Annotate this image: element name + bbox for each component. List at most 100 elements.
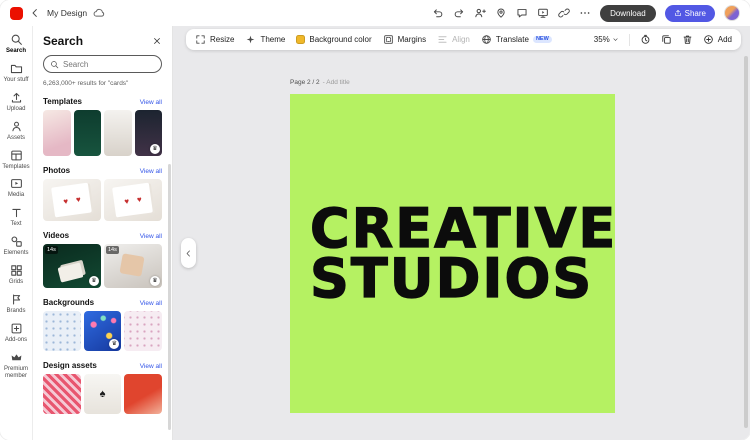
comment-icon[interactable] xyxy=(516,7,528,19)
section-title: Templates xyxy=(43,97,82,106)
photo-thumbnail[interactable] xyxy=(43,179,101,221)
search-panel-header: Search xyxy=(43,34,162,48)
background-thumbnail[interactable] xyxy=(84,311,122,351)
margins-button[interactable]: Margins xyxy=(383,34,426,45)
sidebar-item-label: Brands xyxy=(6,308,25,315)
video-thumbnail[interactable]: 14s xyxy=(104,244,162,288)
view-all-link[interactable]: View all xyxy=(140,233,162,240)
design-page[interactable]: CREATIVE STUDIOS xyxy=(290,94,615,413)
theme-button[interactable]: Theme xyxy=(245,34,285,45)
heading-line-2: STUDIOS xyxy=(310,254,615,304)
person-icon xyxy=(10,120,23,133)
share-label: Share xyxy=(685,9,706,18)
sidebar-item-label: Assets xyxy=(7,135,25,142)
template-thumbnail[interactable] xyxy=(74,110,102,156)
design-asset-thumbnail[interactable] xyxy=(43,374,81,414)
sidebar-item-label: Grids xyxy=(9,279,23,286)
collapse-panel-button[interactable] xyxy=(181,238,196,268)
search-input[interactable] xyxy=(63,60,155,69)
design-heading[interactable]: CREATIVE STUDIOS xyxy=(310,204,615,303)
align-button[interactable]: Align xyxy=(437,34,470,45)
undo-icon[interactable] xyxy=(432,7,444,19)
sidebar-item-your-stuff[interactable]: Your stuff xyxy=(0,58,32,87)
user-avatar[interactable] xyxy=(724,5,740,21)
translate-label: Translate xyxy=(496,35,529,44)
sidebar-item-upload[interactable]: Upload xyxy=(0,87,32,116)
document-title[interactable]: My Design xyxy=(47,8,87,18)
search-box xyxy=(43,55,162,73)
zoom-control[interactable]: 35% xyxy=(594,35,619,44)
sidebar-item-assets[interactable]: Assets xyxy=(0,116,32,145)
view-all-link[interactable]: View all xyxy=(140,300,162,307)
design-assets-row xyxy=(43,374,162,414)
design-asset-thumbnail[interactable] xyxy=(84,374,122,414)
sidebar-item-add-ons[interactable]: Add-ons xyxy=(0,318,32,347)
add-label: Add xyxy=(718,35,732,44)
sidebar-item-search[interactable]: Search xyxy=(0,29,32,58)
sidebar-item-label: Elements xyxy=(3,250,28,257)
translate-globe-icon xyxy=(481,34,492,45)
timer-icon[interactable] xyxy=(640,34,651,45)
add-page-button[interactable]: Add xyxy=(703,34,732,45)
template-thumbnail[interactable] xyxy=(104,110,132,156)
sidebar-item-text[interactable]: Text xyxy=(0,202,32,231)
background-thumbnail[interactable] xyxy=(124,311,162,351)
translate-button[interactable]: Translate NEW xyxy=(481,34,552,45)
duplicate-icon[interactable] xyxy=(661,34,672,45)
view-all-link[interactable]: View all xyxy=(140,363,162,370)
backgrounds-row xyxy=(43,311,162,351)
share-button[interactable]: Share xyxy=(665,5,715,22)
templates-section: Templates View all xyxy=(43,97,162,156)
redo-icon[interactable] xyxy=(453,7,465,19)
app-logo-icon[interactable] xyxy=(10,7,23,20)
trash-icon[interactable] xyxy=(682,34,693,45)
video-duration-badge: 14s xyxy=(106,246,119,254)
section-title: Design assets xyxy=(43,361,97,370)
present-icon[interactable] xyxy=(537,7,549,19)
sidebar-item-label: Your stuff xyxy=(3,77,28,84)
page-header: Page 2 / 2 - Add title xyxy=(290,79,350,86)
add-collaborator-icon[interactable] xyxy=(474,7,486,19)
background-thumbnail[interactable] xyxy=(43,311,81,351)
editor-toolbar: Resize Theme Background color Margins xyxy=(186,29,741,50)
sidebar-item-label: Templates xyxy=(2,164,29,171)
design-asset-thumbnail[interactable] xyxy=(124,374,162,414)
view-all-link[interactable]: View all xyxy=(140,168,162,175)
zoom-level: 35% xyxy=(594,35,610,44)
main-region: Search Your stuff Upload Assets Template… xyxy=(0,26,750,440)
page-indicator: Page 2 / 2 xyxy=(290,79,320,86)
sidebar-item-label: Media xyxy=(8,192,24,199)
page-title-placeholder[interactable]: - Add title xyxy=(323,79,350,86)
sidebar-item-premium-member[interactable]: Premium member xyxy=(0,347,32,383)
sidebar-item-media[interactable]: Media xyxy=(0,173,32,202)
video-thumbnail[interactable]: 14s xyxy=(43,244,101,288)
link-icon[interactable] xyxy=(558,7,570,19)
panel-scrollbar[interactable] xyxy=(168,164,171,430)
more-options-icon[interactable] xyxy=(579,7,591,19)
premium-badge-icon xyxy=(109,339,119,349)
pin-icon[interactable] xyxy=(495,7,507,19)
template-thumbnail[interactable] xyxy=(43,110,71,156)
template-thumbnail[interactable] xyxy=(135,110,163,156)
window-scrollbar[interactable] xyxy=(744,56,748,428)
sidebar-item-label: Upload xyxy=(6,106,25,113)
sidebar-item-grids[interactable]: Grids xyxy=(0,260,32,289)
premium-badge-icon xyxy=(150,276,160,286)
sidebar-item-brands[interactable]: Brands xyxy=(0,289,32,318)
back-chevron-icon[interactable] xyxy=(29,7,41,19)
download-button[interactable]: Download xyxy=(600,5,656,22)
cloud-sync-icon xyxy=(93,7,105,19)
templates-row xyxy=(43,110,162,156)
align-label: Align xyxy=(452,35,470,44)
sidebar-item-templates[interactable]: Templates xyxy=(0,145,32,174)
resize-button[interactable]: Resize xyxy=(195,34,234,45)
close-icon[interactable] xyxy=(152,36,162,46)
section-title: Videos xyxy=(43,231,69,240)
view-all-link[interactable]: View all xyxy=(140,99,162,106)
background-color-button[interactable]: Background color xyxy=(296,35,371,44)
photo-thumbnail[interactable] xyxy=(104,179,162,221)
sidebar-item-label: Text xyxy=(10,221,21,228)
canvas-area[interactable]: Resize Theme Background color Margins xyxy=(173,26,750,440)
panel-title: Search xyxy=(43,34,83,48)
sidebar-item-elements[interactable]: Elements xyxy=(0,231,32,260)
